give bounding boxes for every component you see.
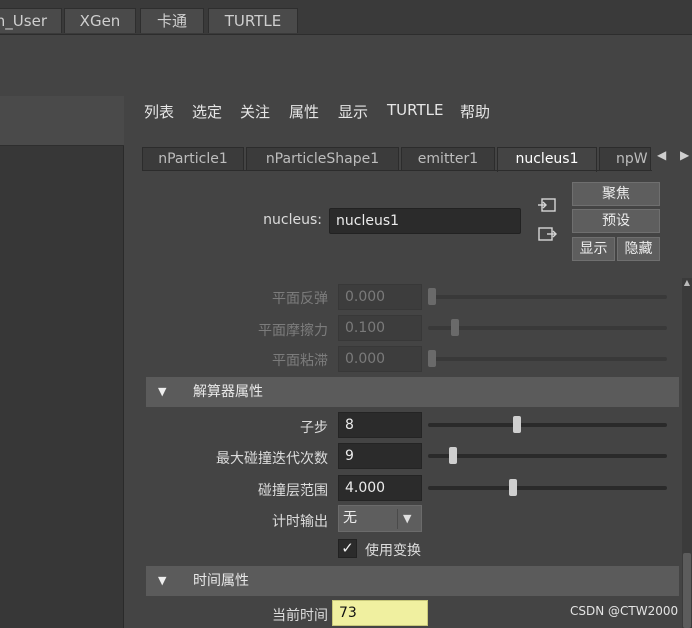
watermark: CSDN @CTW2000 bbox=[570, 604, 679, 618]
plane-bounce-field: 0.000 bbox=[338, 284, 422, 310]
plane-bounce-slider bbox=[428, 295, 667, 299]
plane-friction-label: 平面摩擦力 bbox=[258, 323, 328, 339]
collision-layer-range-label: 碰撞层范围 bbox=[258, 483, 328, 499]
plane-stickiness-field: 0.000 bbox=[338, 346, 422, 372]
menu-list[interactable]: 列表 bbox=[144, 101, 174, 122]
max-collision-iterations-label: 最大碰撞迭代次数 bbox=[216, 451, 328, 467]
menu-focus[interactable]: 关注 bbox=[240, 101, 270, 122]
max-collision-iterations-field[interactable]: 9 bbox=[338, 443, 422, 469]
menu-attributes[interactable]: 属性 bbox=[289, 101, 319, 122]
use-transform-label: 使用变换 bbox=[365, 543, 421, 559]
plane-stickiness-slider bbox=[428, 357, 667, 361]
tab-scroll-right-icon[interactable]: ▶ bbox=[680, 148, 689, 162]
use-transform-checkbox[interactable]: ✓ bbox=[338, 539, 357, 558]
collision-layer-range-field[interactable]: 4.000 bbox=[338, 475, 422, 501]
dropdown-divider bbox=[397, 509, 398, 529]
current-time-field[interactable]: 73 bbox=[332, 600, 428, 626]
plane-stickiness-label: 平面粘滞 bbox=[272, 353, 328, 369]
time-section-header[interactable]: ▼ 时间属性 bbox=[146, 566, 679, 596]
plane-bounce-label: 平面反弹 bbox=[272, 291, 328, 307]
solver-section-header[interactable]: ▼ 解算器属性 bbox=[146, 377, 679, 407]
substeps-slider[interactable] bbox=[428, 423, 667, 427]
timing-output-label: 计时输出 bbox=[272, 514, 328, 530]
scrollbar-thumb[interactable] bbox=[683, 553, 691, 628]
hide-button[interactable]: 隐藏 bbox=[617, 237, 660, 261]
focus-button[interactable]: 聚焦 bbox=[572, 182, 660, 206]
collapse-triangle-icon[interactable]: ▼ bbox=[158, 377, 166, 407]
max-collision-iterations-slider[interactable] bbox=[428, 454, 667, 458]
left-panel bbox=[0, 96, 124, 628]
menu-show[interactable]: 显示 bbox=[338, 101, 368, 122]
plane-stickiness-slider-handle bbox=[428, 350, 436, 367]
node-type-label: nucleus: bbox=[263, 212, 322, 228]
shelf-tab-xgen[interactable]: XGen bbox=[64, 8, 136, 33]
solver-section-title: 解算器属性 bbox=[193, 384, 263, 400]
substeps-field[interactable]: 8 bbox=[338, 412, 422, 438]
tab-nucleus1[interactable]: nucleus1 bbox=[497, 147, 597, 172]
current-time-label: 当前时间 bbox=[272, 608, 328, 624]
scroll-up-icon[interactable]: ▲ bbox=[682, 278, 692, 288]
output-connection-icon[interactable] bbox=[537, 226, 557, 242]
chevron-down-icon[interactable]: ▼ bbox=[403, 506, 411, 531]
plane-bounce-slider-handle bbox=[428, 288, 436, 305]
substeps-label: 子步 bbox=[300, 420, 328, 436]
panel-splitter[interactable] bbox=[124, 96, 132, 628]
tab-scroll-left-icon[interactable]: ◀ bbox=[657, 148, 666, 162]
timing-output-value: 无 bbox=[343, 510, 357, 526]
plane-friction-field: 0.100 bbox=[338, 315, 422, 341]
shelf-content bbox=[0, 34, 692, 96]
shelf-tab-bar: n_User XGen 卡通 TURTLE bbox=[0, 0, 692, 34]
menu-help[interactable]: 帮助 bbox=[460, 101, 490, 122]
collapse-triangle-icon[interactable]: ▼ bbox=[158, 566, 166, 596]
shelf-tab-turtle[interactable]: TURTLE bbox=[208, 8, 298, 33]
show-button[interactable]: 显示 bbox=[572, 237, 615, 261]
menu-select[interactable]: 选定 bbox=[192, 101, 222, 122]
shelf-tab-cartoon[interactable]: 卡通 bbox=[140, 8, 204, 33]
tab-npw[interactable]: npW bbox=[599, 147, 651, 171]
plane-friction-slider-handle bbox=[451, 319, 460, 336]
node-name-field[interactable]: nucleus1 bbox=[329, 208, 521, 234]
shelf-tab-user[interactable]: n_User bbox=[0, 8, 62, 33]
tab-nparticleshape1[interactable]: nParticleShape1 bbox=[246, 147, 399, 171]
time-section-title: 时间属性 bbox=[193, 573, 249, 589]
collision-layer-range-slider-handle[interactable] bbox=[508, 479, 517, 496]
collision-layer-range-slider[interactable] bbox=[428, 486, 667, 490]
tab-divider bbox=[142, 170, 652, 171]
presets-button[interactable]: 预设 bbox=[572, 209, 660, 233]
plane-friction-slider bbox=[428, 326, 667, 330]
tab-nparticle1[interactable]: nParticle1 bbox=[142, 147, 244, 171]
input-connection-icon[interactable] bbox=[537, 197, 557, 213]
menu-turtle[interactable]: TURTLE bbox=[387, 101, 443, 119]
max-collision-iterations-slider-handle[interactable] bbox=[448, 447, 457, 464]
timing-output-dropdown[interactable]: 无 ▼ bbox=[338, 505, 422, 532]
tab-emitter1[interactable]: emitter1 bbox=[401, 147, 495, 171]
substeps-slider-handle[interactable] bbox=[513, 416, 522, 433]
left-panel-header bbox=[0, 96, 124, 146]
